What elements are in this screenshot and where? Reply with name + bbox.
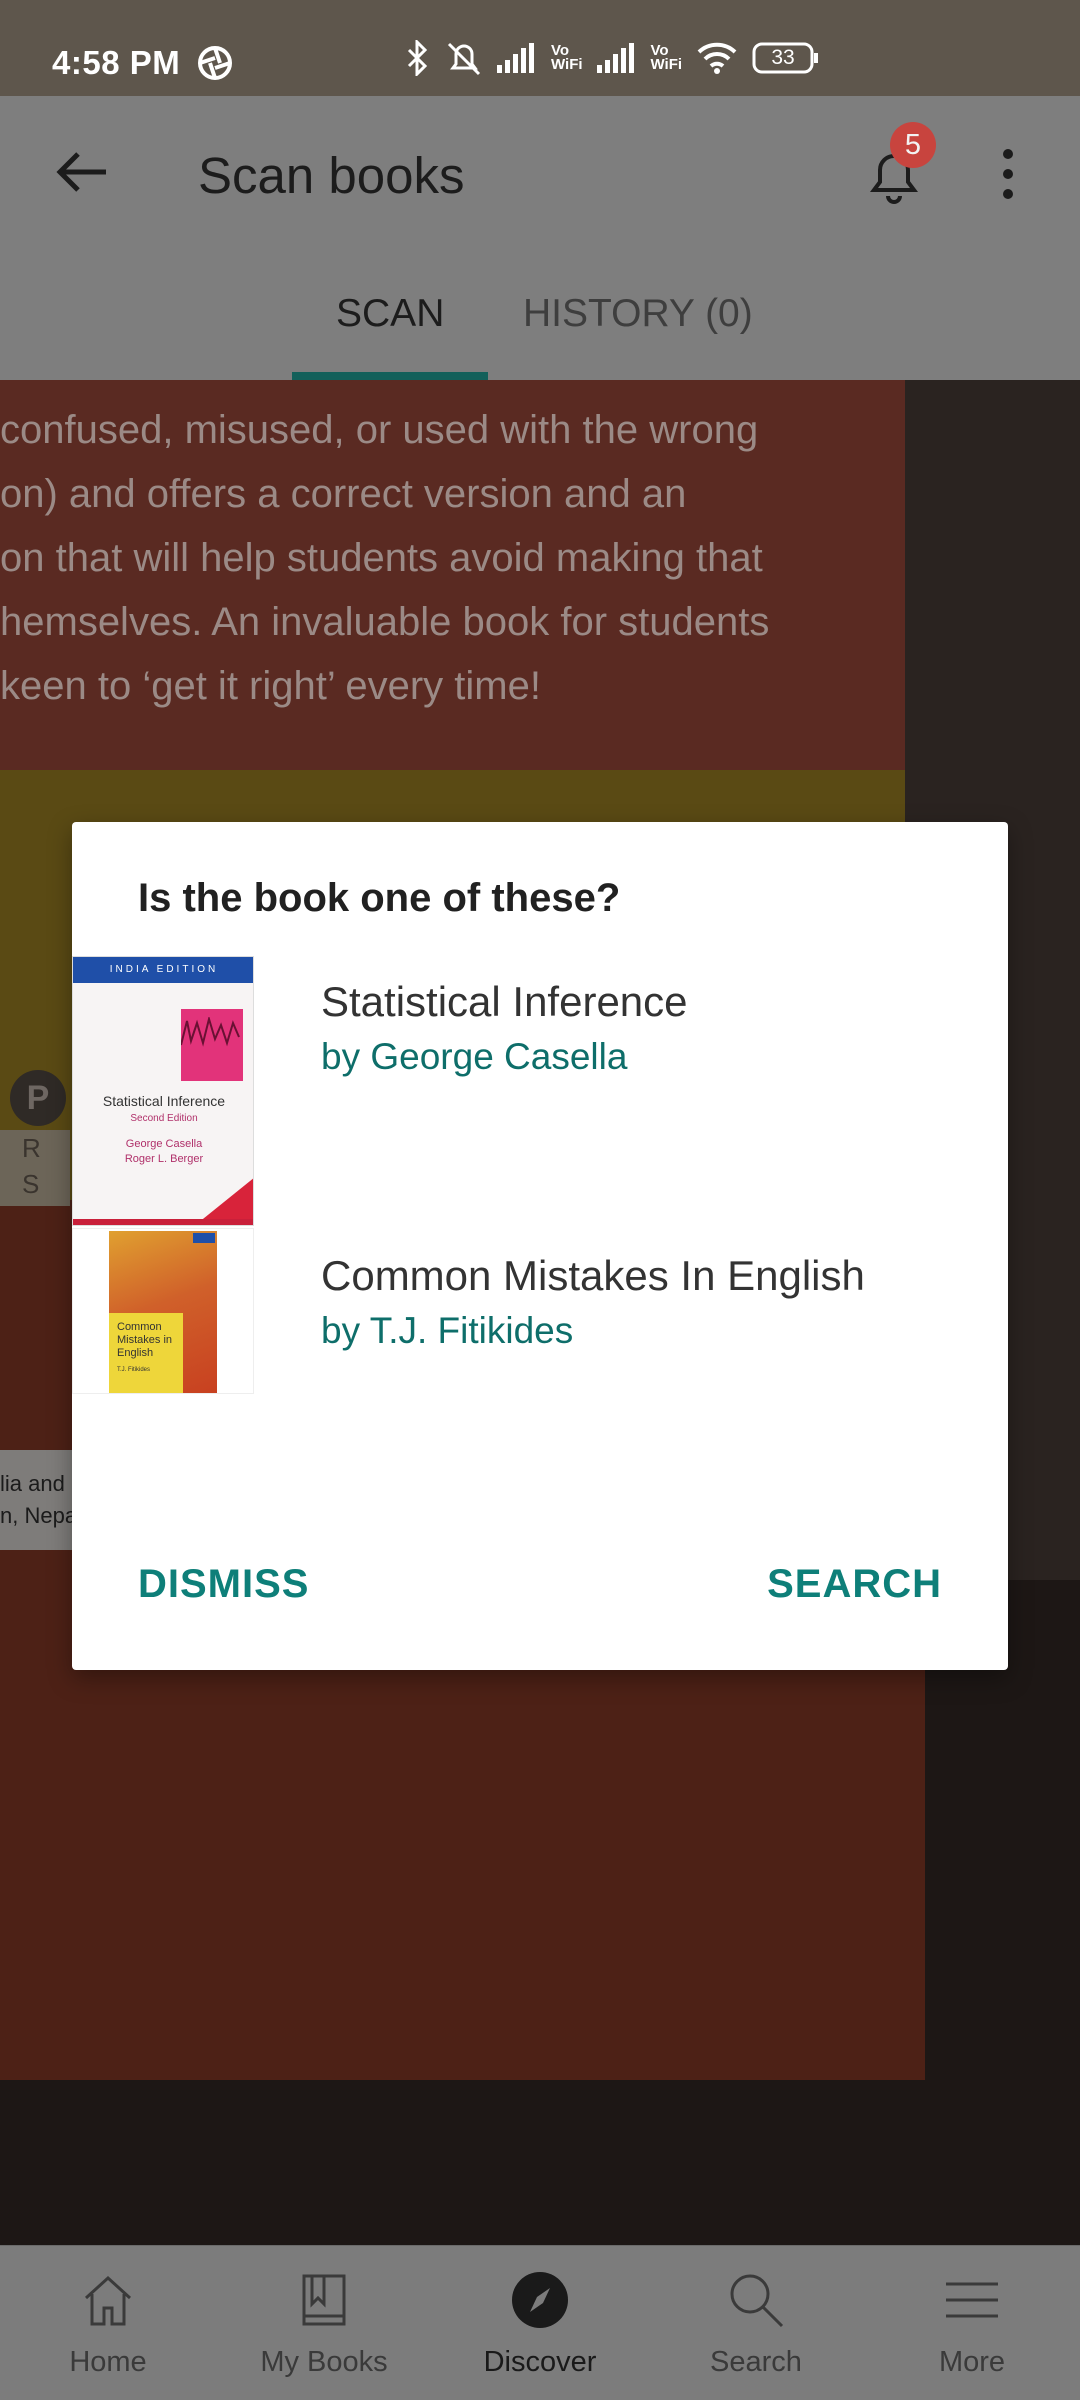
cover-title-text: Common Mistakes in English [117,1321,173,1359]
book-title: Statistical Inference [321,978,688,1025]
app-bar: Scan books 5 [0,96,1080,248]
nav-item-discover[interactable]: Discover [432,2246,648,2400]
nav-item-more[interactable]: More [864,2246,1080,2400]
my-books-icon [302,2274,346,2326]
tab-bar: SCAN HISTORY (0) [0,248,1080,380]
camera-side-letters: R S [0,1130,70,1206]
camera-text-line: on) and offers a correct version and an [0,472,687,516]
vowifi-label-2: Vo WiFi [650,42,683,73]
home-icon [84,2275,132,2326]
nav-label-home: Home [69,2346,147,2378]
status-time: 4:58 PM [52,44,181,81]
nav-item-search[interactable]: Search [648,2246,864,2400]
cover-authors-text: George Casella Roger L. Berger [124,1138,204,1165]
publisher-logo: P [10,1070,66,1126]
book-match-dialog: Is the book one of these? INDIA EDITION … [72,822,1008,1670]
bluetooth-icon [405,40,431,76]
book-author: by T.J. Fitikides [321,1310,574,1351]
camera-text-line: on that will help students avoid making … [0,536,763,580]
back-arrow-icon[interactable] [56,150,108,199]
book-title: Common Mistakes In English [321,1252,865,1299]
battery-icon: 33 [752,42,820,74]
cover-banner-text: INDIA EDITION [109,964,219,975]
search-button[interactable]: SEARCH [767,1562,942,1607]
compass-icon [512,2272,568,2328]
tab-history[interactable]: HISTORY (0) [523,292,753,336]
notification-badge: 5 [890,122,936,168]
search-icon [730,2274,784,2328]
camera-text-line: keen to ‘get it right’ every time! [0,664,541,708]
bottom-navigation: Home My Books Discover Search More [0,2245,1080,2400]
dialog-title: Is the book one of these? [138,876,621,920]
book-author: by George Casella [321,1036,628,1077]
cover-title-text: Statistical Inference [102,1093,226,1109]
overflow-menu-icon[interactable] [998,148,1018,205]
cover-publisher-badge [193,1233,215,1243]
cover-banner: INDIA EDITION [73,957,253,983]
book-result-item[interactable]: INDIA EDITION Statistical Inference Seco… [72,954,1008,1230]
nav-item-my-books[interactable]: My Books [216,2246,432,2400]
signal-icon-2 [596,43,637,73]
vowifi-label-1: Vo WiFi [551,42,583,73]
status-icons: Vo WiFi Vo WiFi 33 [405,40,820,76]
tab-indicator [292,372,488,380]
menu-icon [946,2282,998,2318]
status-bar: 4:58 PM Vo WiFi Vo WiFi 33 [0,0,1080,96]
cover-edition-text: Second Edition [130,1113,198,1124]
cover-footer-strip [73,1219,253,1225]
camera-aperture-icon [198,46,232,85]
page-title: Scan books [198,147,465,204]
camera-text-line: confused, misused, or used with the wron… [0,408,759,452]
mute-bell-icon [445,40,483,76]
dismiss-button[interactable]: DISMISS [138,1562,309,1607]
cover-graphic-curve [181,1017,240,1047]
nav-label-search: Search [710,2346,802,2378]
camera-text-line: hemselves. An invaluable book for studen… [0,600,770,644]
nav-label-my-books: My Books [260,2346,388,2378]
battery-level: 33 [771,46,795,69]
nav-item-home[interactable]: Home [0,2246,216,2400]
nav-label-more: More [938,2346,1006,2378]
camera-book-text: confused, misused, or used with the wron… [0,398,900,718]
cover-author-text: T.J. Fitikides [117,1367,151,1373]
book-cover-statistical-inference: INDIA EDITION Statistical Inference Seco… [72,956,254,1226]
camera-caption: lia and n, Nepa [0,1450,72,1550]
nav-label-discover: Discover [483,2346,597,2378]
signal-icon-1 [497,43,537,73]
book-cover-common-mistakes: Common Mistakes in English T.J. Fitikide… [72,1228,254,1394]
book-result-item[interactable]: Common Mistakes in English T.J. Fitikide… [72,1228,1008,1504]
wifi-icon [696,42,738,74]
tab-scan[interactable]: SCAN [336,292,444,336]
